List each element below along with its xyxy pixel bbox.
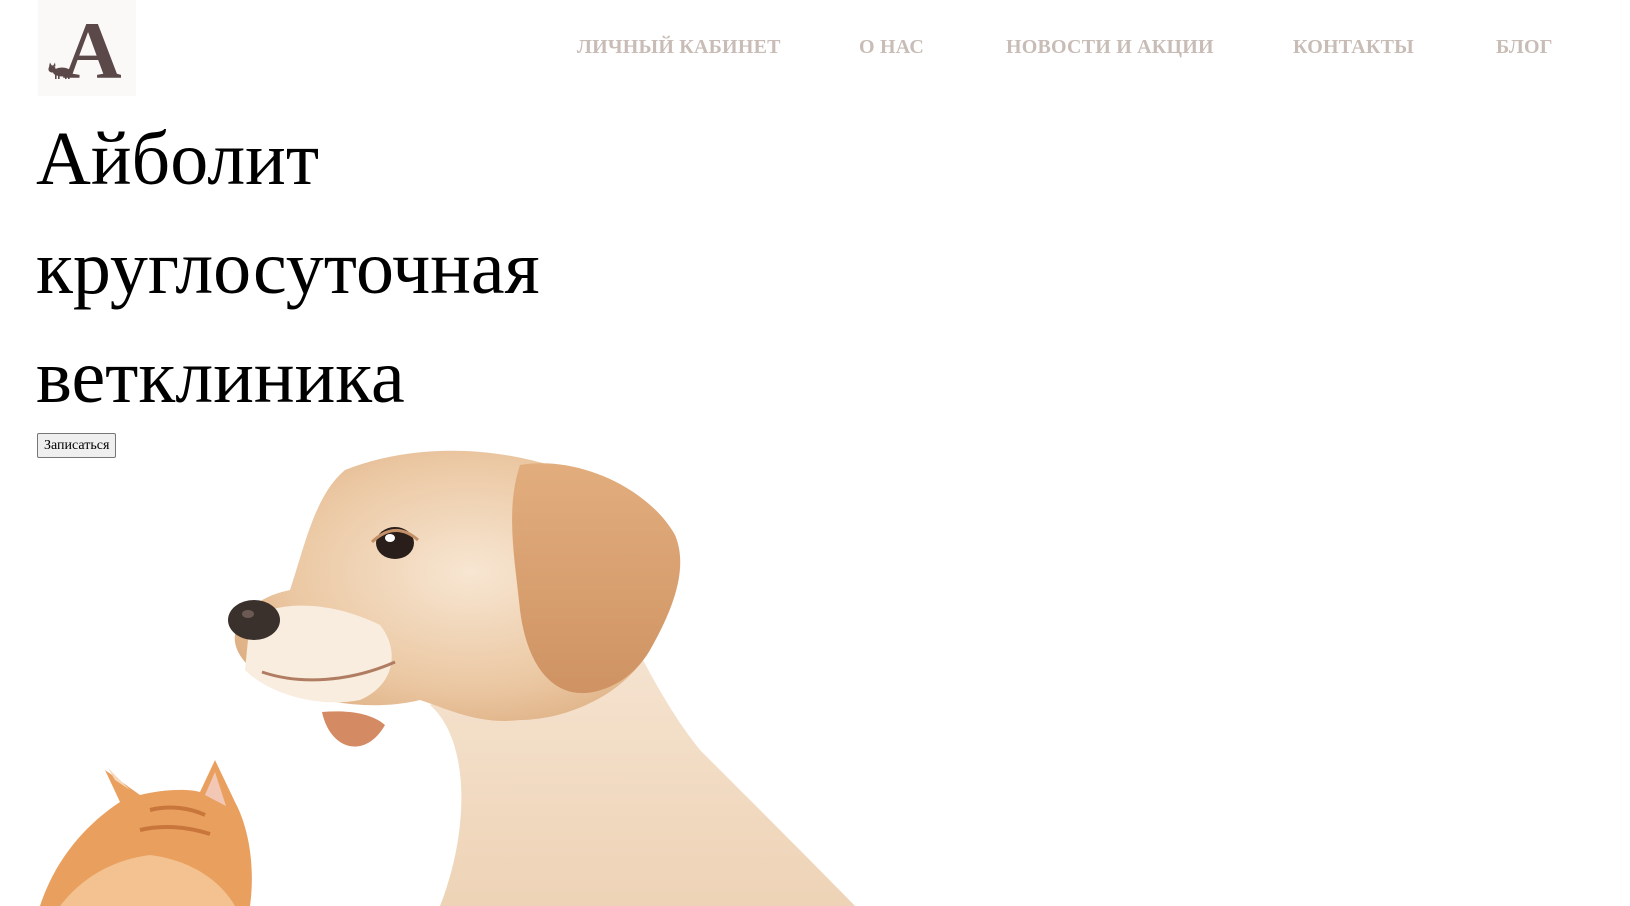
puppy-kitten-illustration	[40, 450, 855, 906]
nav-blog[interactable]: БЛОГ	[1496, 36, 1553, 59]
nav-about[interactable]: О НАС	[859, 36, 924, 59]
puppy	[228, 450, 855, 906]
nav-personal-account[interactable]: ЛИЧНЫЙ КАБИНЕТ	[577, 36, 781, 59]
hero-title-line-1: Айболит	[36, 117, 320, 201]
hero-pets-image	[0, 450, 880, 906]
hero-title-line-3: ветклиника	[36, 335, 405, 419]
nav-contacts[interactable]: КОНТАКТЫ	[1293, 36, 1414, 59]
main-nav: ЛИЧНЫЙ КАБИНЕТ О НАС НОВОСТИ И АКЦИИ КОН…	[0, 36, 1630, 66]
nav-news-promotions[interactable]: НОВОСТИ И АКЦИИ	[1006, 36, 1214, 59]
hero-title: Айболит круглосуточная ветклиника	[36, 105, 676, 432]
hero-title-line-2: круглосуточная	[36, 226, 540, 310]
kitten	[40, 760, 252, 906]
